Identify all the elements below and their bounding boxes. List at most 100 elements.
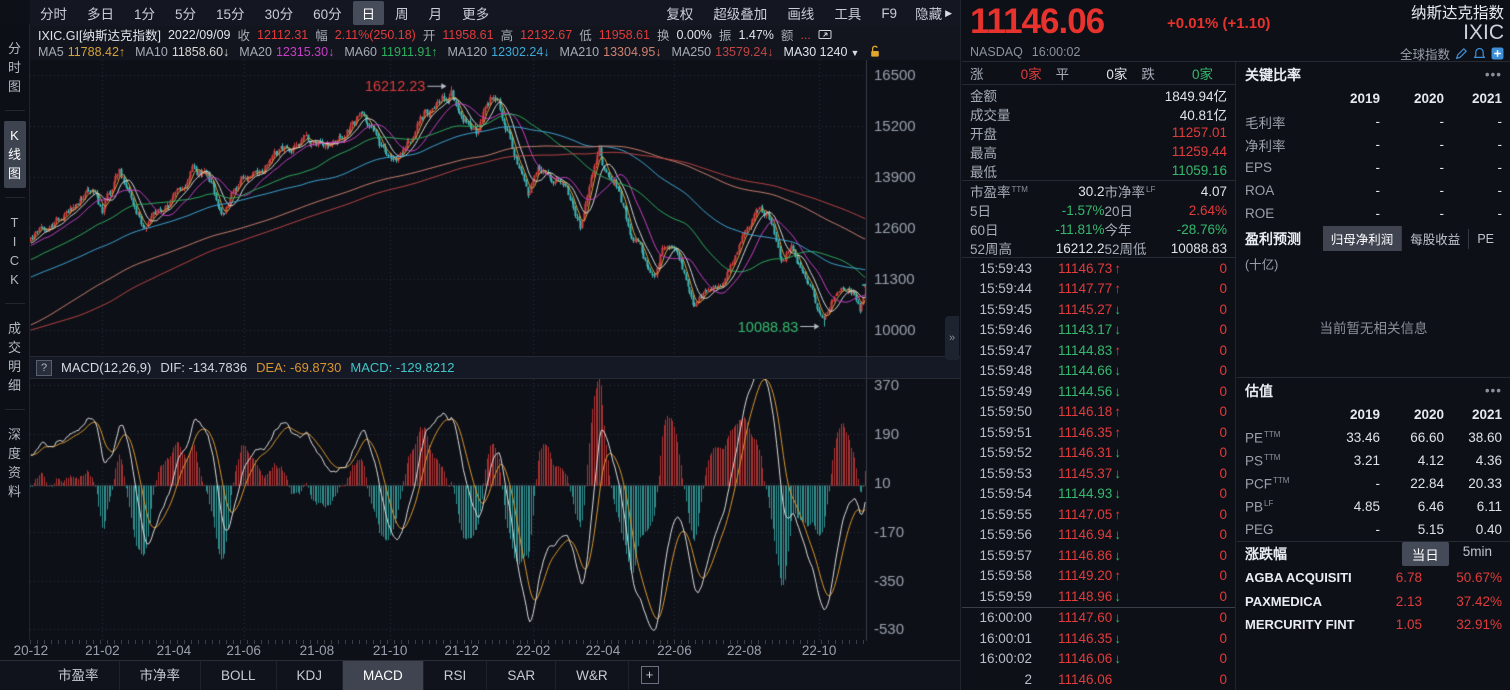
collapse-panel-handle[interactable]: »	[945, 316, 959, 360]
add-to-watchlist-icon[interactable]	[1491, 47, 1504, 60]
down-arrow-icon: ↓	[1114, 651, 1121, 666]
sidebar-item-depth-info[interactable]: 深度资料	[4, 420, 26, 506]
indicator-tab-rsi[interactable]: RSI	[424, 661, 488, 690]
tick-row[interactable]: 16:00:0211146.06↓0	[962, 649, 1235, 670]
x-axis-label: 21-06	[226, 643, 261, 658]
period-tab-15min[interactable]: 15分	[207, 1, 254, 25]
tick-row[interactable]: 15:59:4811144.66↓0	[962, 361, 1235, 382]
forecast-tab-eps[interactable]: 每股收益	[1401, 226, 1468, 251]
info-segment: 额	[781, 25, 794, 44]
tick-row[interactable]: 15:59:5711146.86↓0	[962, 545, 1235, 566]
indicator-tab-pb[interactable]: 市净率	[120, 661, 202, 690]
hide-button[interactable]: 隐藏▶	[907, 1, 960, 25]
key-ratios-menu-icon[interactable]: •••	[1485, 67, 1502, 82]
perf-value: 30.2	[1044, 184, 1105, 199]
sidebar-item-trade-detail[interactable]: 成交明细	[4, 314, 26, 400]
mover-row[interactable]: PAXMEDICA2.1337.42%	[1237, 590, 1510, 614]
valuation-cell: 3.21	[1318, 453, 1380, 468]
macd-dif-value: DIF: -134.7836	[160, 360, 247, 375]
period-tab-1min[interactable]: 1分	[125, 1, 164, 25]
tick-row[interactable]: 15:59:5611146.94↓0	[962, 525, 1235, 546]
tick-row[interactable]: 211146.060	[962, 669, 1235, 690]
tick-time: 15:59:51	[970, 425, 1032, 440]
sidebar-item-tick[interactable]: TICK	[4, 208, 26, 294]
sidebar-item-minute-chart[interactable]: 分时图	[4, 34, 26, 101]
edit-pencil-icon[interactable]	[1455, 47, 1468, 60]
valuation-menu-icon[interactable]: •••	[1485, 383, 1502, 398]
toolbar-action-tools[interactable]: 工具	[825, 1, 870, 25]
tick-price: 11148.96	[1058, 589, 1112, 604]
mover-change: 1.05	[1368, 617, 1422, 632]
toolbar-action-draw[interactable]: 画线	[778, 1, 823, 25]
tick-list[interactable]: 15:59:4311146.73↑015:59:4411147.77↑015:5…	[962, 258, 1235, 690]
indicator-tab-boll[interactable]: BOLL	[201, 661, 277, 690]
tick-row[interactable]: 15:59:5111146.35↑0	[962, 422, 1235, 443]
quote-stats: 金额1849.94亿成交量40.81亿开盘11257.01最高11259.44最…	[962, 85, 1235, 180]
kline-chart-area[interactable]	[30, 60, 960, 357]
period-tab-week[interactable]: 周	[386, 1, 418, 25]
tick-row[interactable]: 15:59:5411144.93↓0	[962, 484, 1235, 505]
ma-more-selector[interactable]: MA30 1240▼	[784, 45, 860, 59]
forecast-tab-net-profit[interactable]: 归母净利润	[1323, 226, 1402, 251]
tick-row[interactable]: 15:59:4911144.56↓0	[962, 381, 1235, 402]
sidebar-item-char: 图	[4, 164, 26, 183]
up-arrow-icon: ↑	[1114, 343, 1121, 358]
tick-row[interactable]: 15:59:4711144.83↑0	[962, 340, 1235, 361]
macd-canvas[interactable]	[30, 379, 960, 641]
toolbar-action-adjust[interactable]: 复权	[657, 1, 702, 25]
movers-tab-5min[interactable]: 5min	[1453, 542, 1502, 566]
indicator-tab-pe[interactable]: 市盈率	[38, 661, 120, 690]
period-tab-5min[interactable]: 5分	[166, 1, 205, 25]
tick-row[interactable]: 15:59:5911148.96↓0	[962, 586, 1235, 607]
indicator-tab-macd[interactable]: MACD	[343, 661, 424, 690]
forecast-tab-pe[interactable]: PE	[1468, 229, 1502, 249]
help-icon[interactable]: ?	[36, 360, 52, 376]
period-tab-multiday[interactable]: 多日	[78, 1, 123, 25]
tick-row[interactable]: 15:59:4511145.27↓0	[962, 299, 1235, 320]
tick-row[interactable]: 16:00:0111146.35↓0	[962, 628, 1235, 649]
down-arrow-icon: ↓	[1114, 486, 1121, 501]
period-tab-month[interactable]: 月	[420, 1, 452, 25]
alert-bell-icon[interactable]	[1473, 47, 1486, 60]
tick-row[interactable]: 15:59:5211146.31↓0	[962, 443, 1235, 464]
valuation-cell: 4.36	[1444, 453, 1502, 468]
x-axis-label: 20-12	[14, 643, 49, 658]
movers-tab-today[interactable]: 当日	[1402, 542, 1449, 566]
toolbar-action-f9[interactable]: F9	[872, 4, 906, 23]
mover-row[interactable]: AGBA ACQUISITI6.7850.67%	[1237, 566, 1510, 590]
tick-row[interactable]: 15:59:5511147.05↑0	[962, 504, 1235, 525]
period-tab-30min[interactable]: 30分	[256, 1, 303, 25]
period-tab-more[interactable]: 更多	[453, 1, 498, 25]
tick-row[interactable]: 15:59:5311145.37↓0	[962, 463, 1235, 484]
tick-row[interactable]: 15:59:4311146.73↑0	[962, 258, 1235, 279]
tick-row[interactable]: 16:00:0011147.60↓0	[962, 607, 1235, 629]
tick-row[interactable]: 15:59:4611143.17↓0	[962, 320, 1235, 341]
sidebar-item-kline-chart[interactable]: K线图	[4, 121, 26, 188]
ma-label: MA120	[448, 45, 488, 59]
period-tab-minute[interactable]: 分时	[31, 1, 76, 25]
screencast-icon[interactable]	[818, 29, 832, 41]
info-segment: 11958.61	[599, 28, 650, 42]
period-tab-day[interactable]: 日	[353, 1, 385, 25]
tick-row[interactable]: 15:59:4411147.77↑0	[962, 279, 1235, 300]
unlock-icon[interactable]	[869, 45, 881, 58]
key-ratio-row-label: EPS	[1245, 160, 1318, 175]
perf-label-sup: LF	[1146, 185, 1155, 194]
chart-toolbar: 分时多日1分5分15分30分60分日周月更多 复权超级叠加画线工具F9 隐藏▶	[30, 0, 960, 26]
breadth-label: 跌	[1141, 63, 1171, 83]
add-indicator-button[interactable]: +	[641, 666, 659, 684]
mover-row[interactable]: MERCURITY FINT1.0532.91%	[1237, 613, 1510, 637]
indicator-tab-sar[interactable]: SAR	[487, 661, 556, 690]
perf-value: -1.57%	[1044, 203, 1105, 218]
tick-volume: 0	[1219, 281, 1227, 296]
tick-row[interactable]: 15:59:5811149.20↑0	[962, 566, 1235, 587]
indicator-tab-kdj[interactable]: KDJ	[277, 661, 344, 690]
macd-chart-area[interactable]	[30, 379, 960, 641]
period-tab-60min[interactable]: 60分	[304, 1, 351, 25]
key-ratio-cell: -	[1380, 160, 1444, 175]
kline-canvas[interactable]	[30, 60, 960, 356]
tick-row[interactable]: 15:59:5011146.18↑0	[962, 402, 1235, 423]
indicator-tab-wr[interactable]: W&R	[556, 661, 629, 690]
instrument-name: 纳斯达克指数	[1411, 1, 1504, 23]
toolbar-action-overlay[interactable]: 超级叠加	[704, 1, 776, 25]
